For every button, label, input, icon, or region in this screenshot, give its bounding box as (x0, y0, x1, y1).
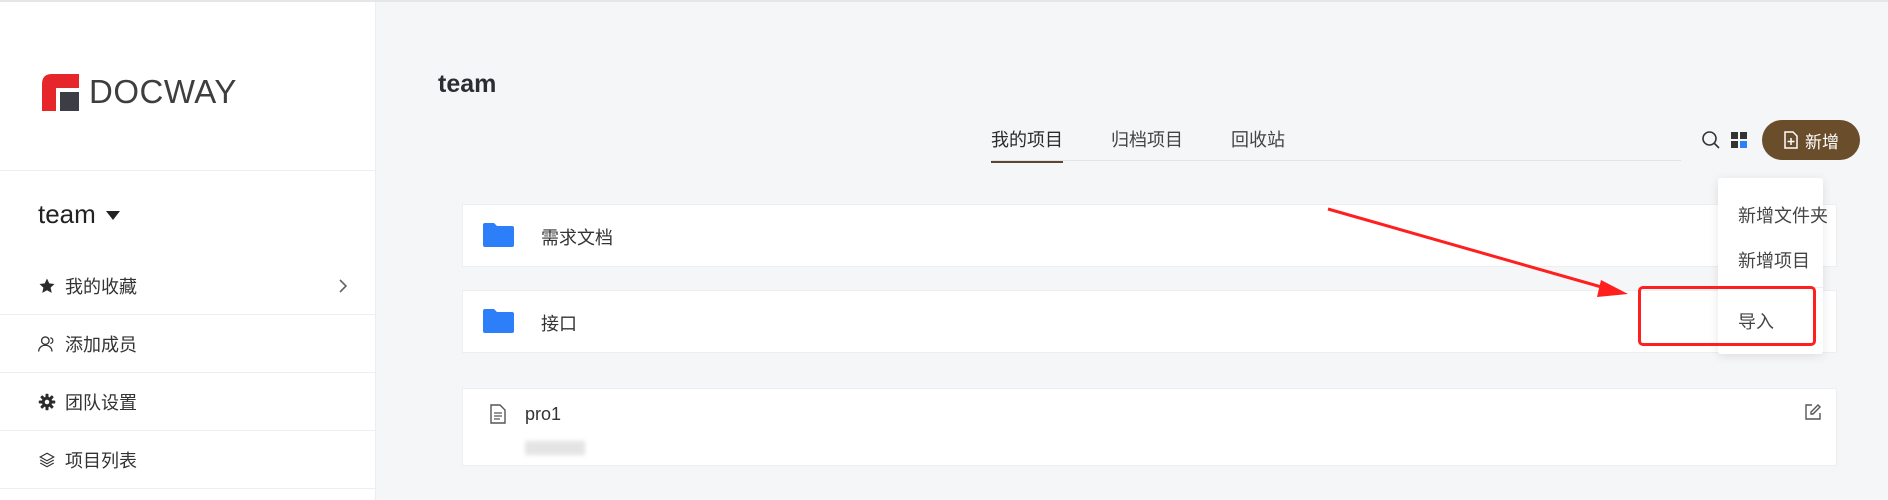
file-add-icon (1783, 131, 1799, 149)
sidebar-item-label: 项目列表 (65, 450, 137, 471)
sidebar-divider (0, 170, 375, 171)
project-name: pro1 (525, 404, 562, 424)
sidebar-item-label: 我的收藏 (65, 276, 137, 297)
search-icon[interactable] (1700, 129, 1722, 151)
docway-logo-icon (42, 73, 79, 111)
sidebar-item-add-member[interactable]: 添加成员 (0, 315, 375, 372)
grid-view-icon[interactable] (1728, 129, 1750, 151)
logo-text: DOCWAY (89, 73, 237, 110)
menu-item-new-project[interactable]: 新增项目 (1738, 247, 1810, 273)
sidebar-item-favorites[interactable]: 我的收藏 (0, 257, 375, 314)
caret-down-icon (105, 211, 120, 220)
folder-icon (483, 309, 514, 338)
folder-icon (483, 223, 514, 252)
chevron-right-icon (333, 276, 353, 301)
tab-archived-projects[interactable]: 归档项目 (1111, 126, 1183, 161)
new-button-label: 新增 (1805, 132, 1839, 152)
docway-logo: DOCWAY (42, 72, 237, 112)
project-tabs: 我的项目 归档项目 回收站 (991, 122, 1681, 163)
layers-icon (37, 450, 57, 470)
sidebar-divider (0, 488, 375, 489)
folder-card[interactable]: 需求文档 (462, 204, 1837, 267)
tab-my-projects[interactable]: 我的项目 (991, 126, 1063, 163)
page-title: team (438, 70, 497, 98)
main-content: team 我的项目 归档项目 回收站 新增 需求文档 接口 pro1 新增文件夹… (376, 2, 1888, 500)
folder-name: 需求文档 (541, 228, 613, 248)
user-icon (37, 334, 57, 354)
sidebar: DOCWAY team 我的收藏 添加成员 团队设置 项目列表 (0, 2, 376, 500)
document-icon (489, 404, 507, 429)
edit-icon[interactable] (1804, 403, 1822, 426)
folder-card[interactable]: 接口 (462, 290, 1837, 353)
team-name: team (38, 199, 96, 229)
tab-recycle-bin[interactable]: 回收站 (1231, 126, 1285, 161)
new-button[interactable]: 新增 (1762, 120, 1860, 160)
sidebar-item-project-list[interactable]: 项目列表 (0, 431, 375, 488)
star-icon (37, 276, 57, 296)
team-switcher[interactable]: team (38, 199, 120, 230)
sidebar-item-label: 添加成员 (65, 334, 137, 355)
toolbar: 新增 (1700, 120, 1860, 160)
sidebar-item-team-settings[interactable]: 团队设置 (0, 373, 375, 430)
annotation-highlight-box (1638, 286, 1816, 346)
sidebar-item-label: 团队设置 (65, 392, 137, 413)
folder-name: 接口 (541, 314, 577, 334)
redacted-description (525, 441, 585, 455)
menu-item-new-folder[interactable]: 新增文件夹 (1738, 202, 1828, 228)
project-card[interactable]: pro1 (462, 388, 1837, 466)
gear-icon (37, 392, 57, 412)
